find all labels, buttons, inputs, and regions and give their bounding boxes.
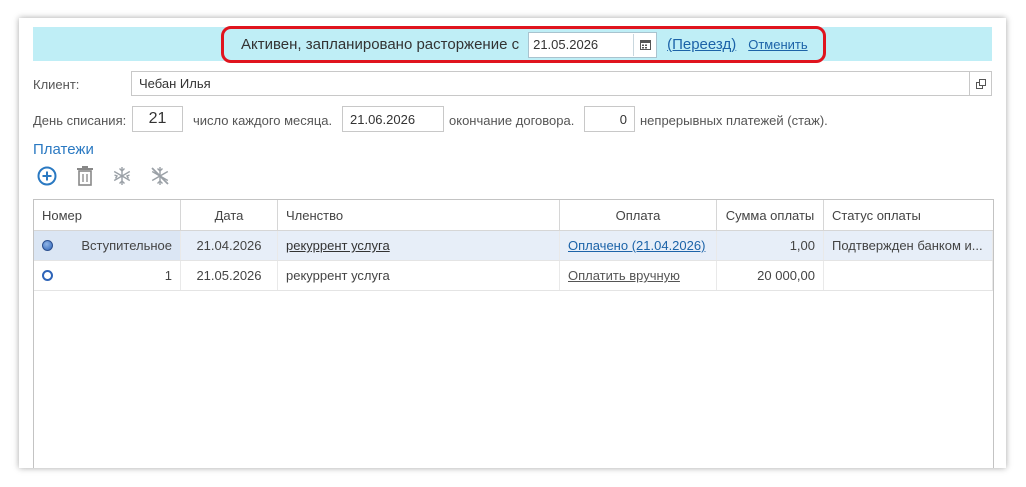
payments-table: Номер Дата Членство Оплата Сумма оплаты … [33,199,994,468]
cell-number: 1 [34,261,181,290]
contract-end-date-input[interactable]: 21.06.2026 [342,106,444,132]
cell-number-text: Вступительное [81,238,172,253]
status-text: Активен, запланировано расторжение с [241,36,520,53]
table-row[interactable]: 1 21.05.2026 рекуррент услуга Оплатить в… [34,261,993,291]
streak-label: непрерывных платежей (стаж). [640,113,828,128]
delete-icon[interactable] [74,165,96,187]
cell-payment: Оплатить вручную [560,261,717,290]
termination-date-field[interactable] [528,31,658,58]
cancel-termination-link[interactable]: Отменить [748,37,807,52]
freeze-icon[interactable] [111,165,133,187]
cell-payment: Оплачено (21.04.2026) [560,231,717,260]
row-unselected-icon [42,270,53,281]
cell-number-text: 1 [164,268,172,283]
client-label: Клиент: [33,77,80,92]
cell-membership: рекуррент услуга [278,261,560,290]
termination-date-input[interactable] [529,33,634,56]
form-window: Активен, запланировано расторжение с (Пе… [19,18,1006,468]
unfreeze-icon[interactable] [149,165,171,187]
cell-amount: 1,00 [717,231,824,260]
table-header: Номер Дата Членство Оплата Сумма оплаты … [34,200,993,231]
column-header-date[interactable]: Дата [181,200,278,230]
cell-number: Вступительное [34,231,181,260]
column-header-amount[interactable]: Сумма оплаты [717,200,824,230]
cell-date: 21.05.2026 [181,261,278,290]
row-selected-icon [42,240,53,251]
contract-end-label: окончание договора. [449,113,575,128]
payments-title: Платежи [33,141,94,158]
cell-membership: рекуррент услуга [278,231,560,260]
cell-date: 21.04.2026 [181,231,278,260]
calendar-icon[interactable] [633,33,657,56]
column-header-number[interactable]: Номер [34,200,181,230]
open-client-icon[interactable] [969,71,992,96]
table-row[interactable]: Вступительное 21.04.2026 рекуррент услуг… [34,231,993,261]
membership-link[interactable]: рекуррент услуга [286,238,390,253]
each-month-label: число каждого месяца. [193,113,333,128]
pay-manually-link[interactable]: Оплатить вручную [568,268,680,283]
cell-amount: 20 000,00 [717,261,824,290]
client-value: Чебан Илья [139,76,211,91]
add-icon[interactable] [36,165,58,187]
paid-link[interactable]: Оплачено (21.04.2026) [568,238,705,253]
column-header-status[interactable]: Статус оплаты [824,200,993,230]
client-field[interactable]: Чебан Илья [131,71,992,96]
charge-day-label: День списания: [33,113,127,128]
move-link[interactable]: (Переезд) [667,36,736,53]
charge-day-input[interactable]: 21 [132,106,183,132]
cell-status: Подтвержден банком и... [824,231,993,260]
streak-input[interactable]: 0 [584,106,635,132]
cell-status [824,261,993,290]
status-banner: Активен, запланировано расторжение с (Пе… [33,26,992,63]
column-header-payment[interactable]: Оплата [560,200,717,230]
highlight-box: Активен, запланировано расторжение с (Пе… [221,26,826,63]
column-header-membership[interactable]: Членство [278,200,560,230]
